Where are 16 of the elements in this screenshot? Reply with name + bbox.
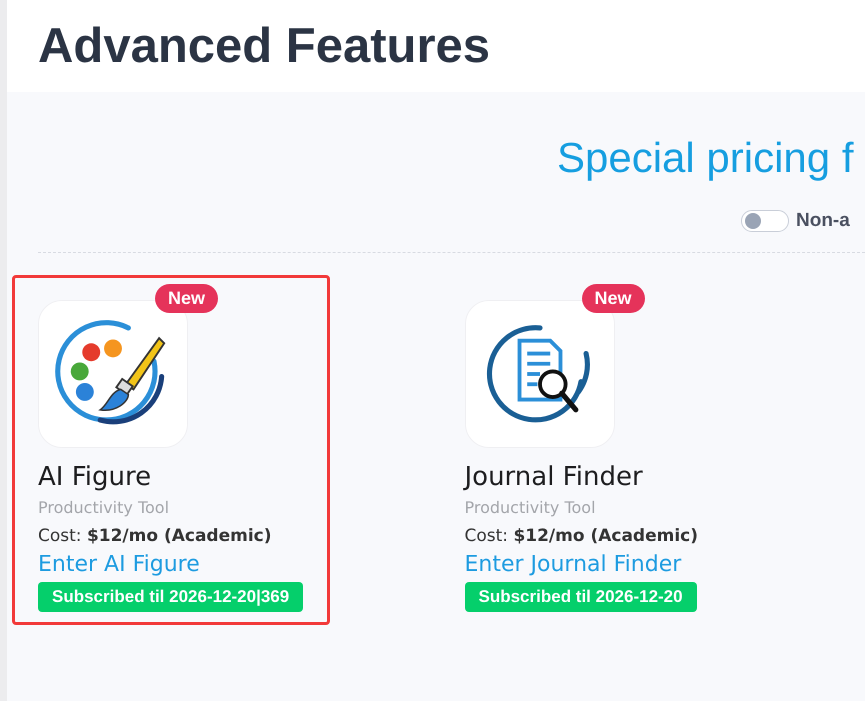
tool-category: Productivity Tool bbox=[38, 498, 170, 517]
cost-text: Cost: $12/mo (Academic) bbox=[464, 526, 700, 546]
toggle-switch[interactable] bbox=[741, 210, 789, 232]
tool-name: Journal Finder bbox=[464, 462, 644, 492]
enter-link[interactable]: Enter Journal Finder bbox=[464, 552, 682, 577]
new-badge: New bbox=[155, 284, 218, 313]
subscription-badge: Subscribed til 2026-12-20|369 bbox=[38, 582, 304, 612]
enter-link[interactable]: Enter AI Figure bbox=[38, 552, 200, 577]
new-badge: New bbox=[582, 284, 645, 313]
page-title: Advanced Features bbox=[38, 18, 490, 74]
toggle-label: Non-a bbox=[796, 210, 850, 232]
cost-text: Cost: $12/mo (Academic) bbox=[38, 526, 273, 546]
pricing-heading: Special pricing f bbox=[557, 134, 854, 182]
tool-category: Productivity Tool bbox=[464, 498, 597, 517]
subscription-badge: Subscribed til 2026-12-20 bbox=[464, 582, 697, 612]
tool-name: AI Figure bbox=[38, 462, 152, 492]
